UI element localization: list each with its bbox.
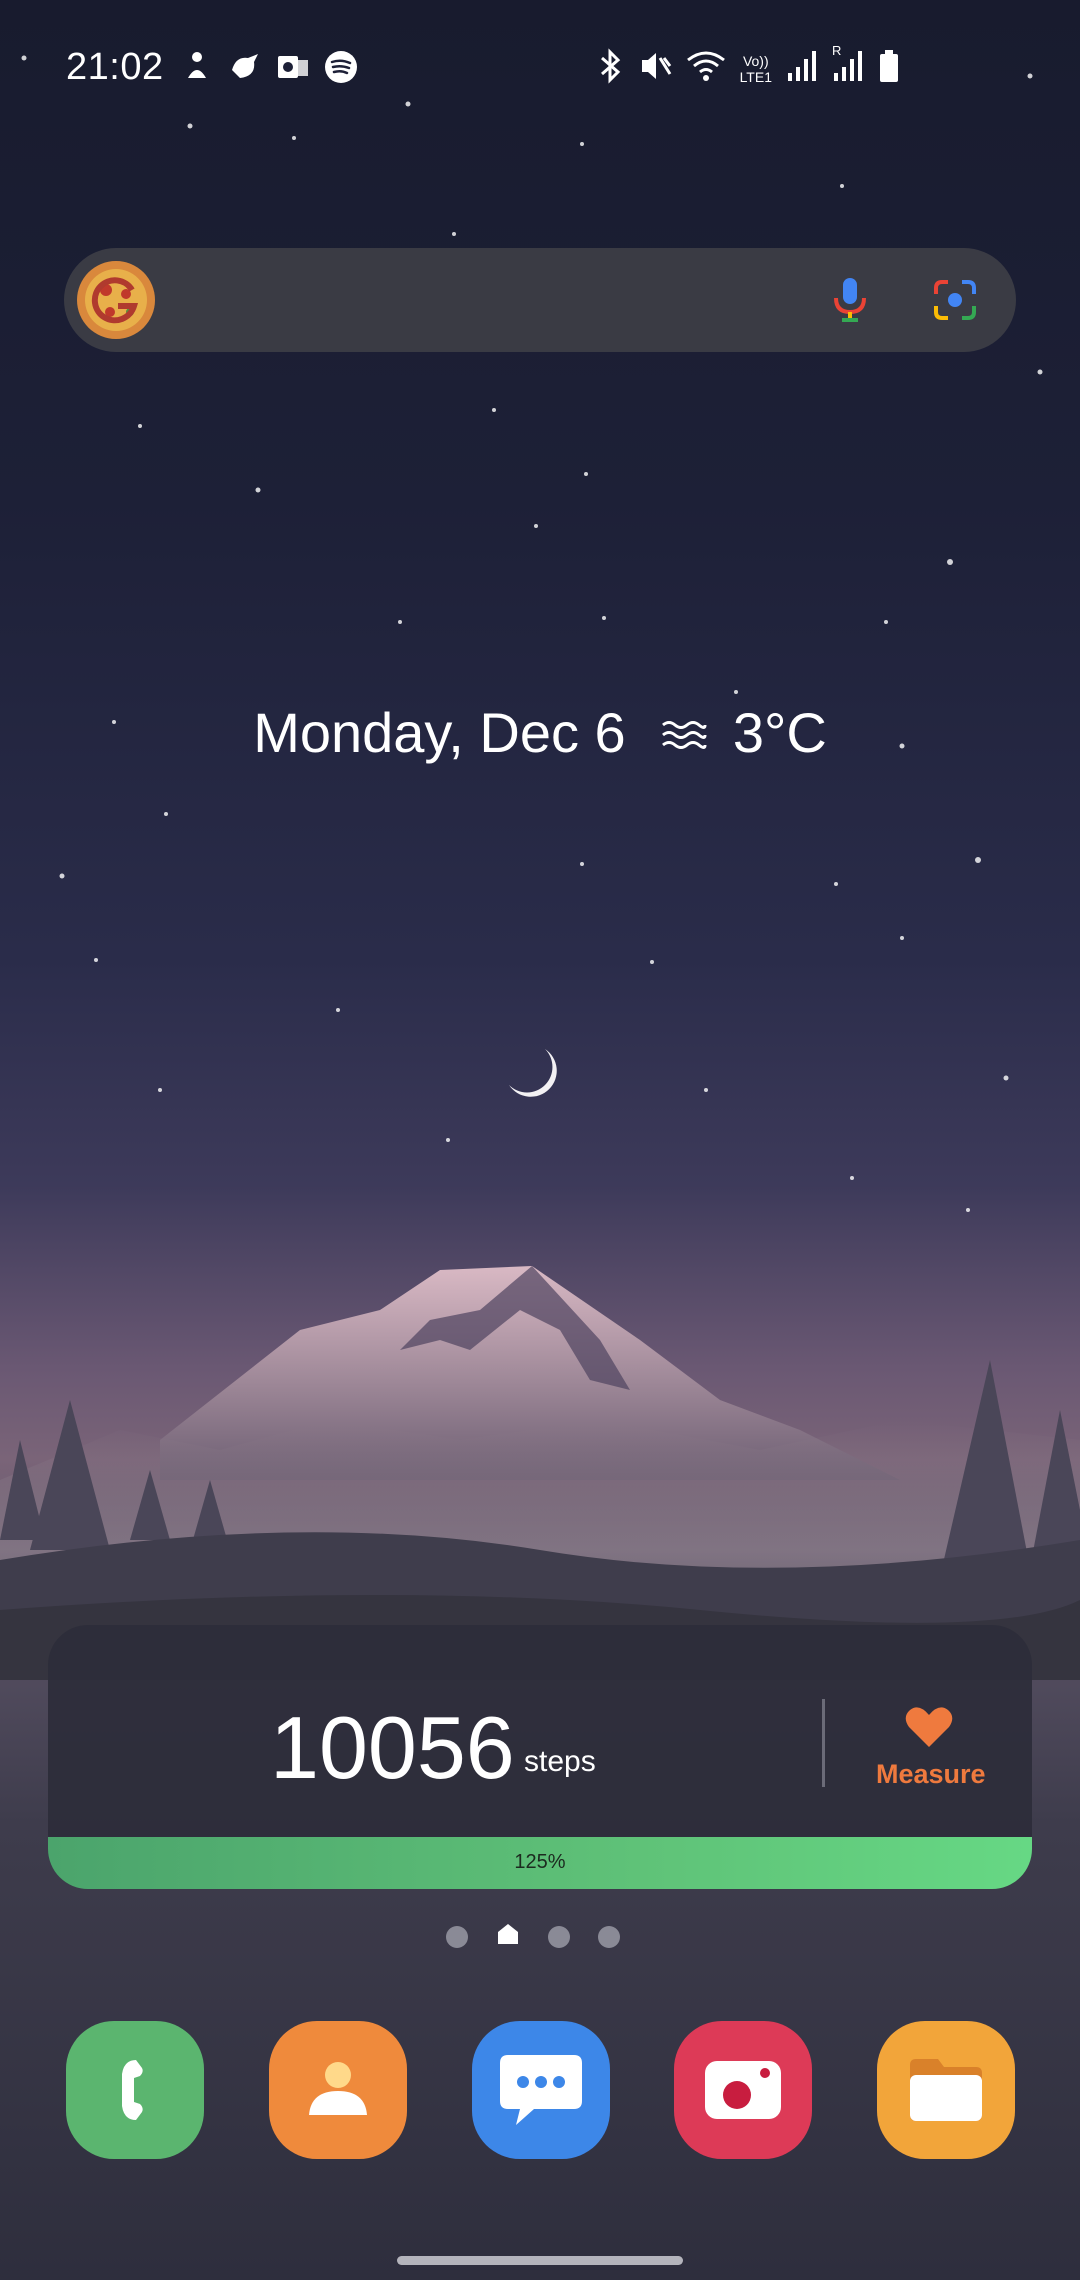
fog-icon [661, 705, 707, 770]
wifi-icon [686, 48, 726, 89]
mute-icon [638, 48, 672, 89]
clock: 21:02 [66, 46, 164, 88]
page-dot[interactable] [598, 1925, 620, 1948]
signal-icon [786, 49, 818, 88]
steps-widget[interactable]: 10056 steps Measure 125% [48, 1625, 1032, 1889]
volte-icon: Vo)) LTE1 [739, 52, 772, 85]
camera-lens-icon[interactable] [932, 278, 978, 327]
date-label: Monday, Dec 6 [253, 701, 626, 764]
gesture-navigation-bar[interactable] [397, 2256, 683, 2265]
roaming-signal-icon: R [832, 43, 864, 88]
home-page-icon[interactable] [496, 1922, 520, 1951]
camera-app-icon[interactable] [674, 2021, 812, 2159]
outlook-icon [276, 50, 310, 84]
temperature-label: 3°C [732, 701, 827, 764]
steps-unit: steps [524, 1745, 596, 1778]
microphone-icon[interactable] [832, 276, 868, 329]
page-dot[interactable] [446, 1925, 468, 1948]
status-bar: 21:02 Vo)) LTE1 R [0, 0, 1080, 130]
messages-app-icon[interactable] [472, 2021, 610, 2159]
bird-icon [228, 50, 262, 84]
steps-count: 10056 [270, 1698, 515, 1797]
heart-icon[interactable] [904, 1705, 954, 1754]
phone-app-icon[interactable] [66, 2021, 204, 2159]
my-files-app-icon[interactable] [877, 2021, 1015, 2159]
measure-button[interactable]: Measure [876, 1759, 986, 1790]
steps-progress-bar: 125% [48, 1837, 1032, 1889]
moon-icon [505, 1045, 565, 1110]
contacts-app-icon[interactable] [269, 2021, 407, 2159]
notification-icons [180, 50, 358, 84]
bluetooth-icon [596, 48, 624, 89]
google-search-bar[interactable] [64, 248, 1016, 352]
battery-icon [878, 49, 900, 88]
google-doodle-icon[interactable] [76, 260, 156, 340]
meditation-icon [180, 50, 214, 84]
wallpaper-mountains [0, 1266, 1080, 1680]
divider [822, 1699, 825, 1787]
date-weather-widget[interactable]: Monday, Dec 6 3°C [0, 700, 1080, 770]
page-dot[interactable] [548, 1925, 570, 1948]
spotify-icon [324, 50, 358, 84]
app-dock [66, 2021, 1016, 2161]
page-indicator[interactable] [446, 1922, 620, 1951]
progress-label: 125% [514, 1851, 566, 1873]
system-icons: Vo)) LTE1 R [596, 43, 900, 89]
